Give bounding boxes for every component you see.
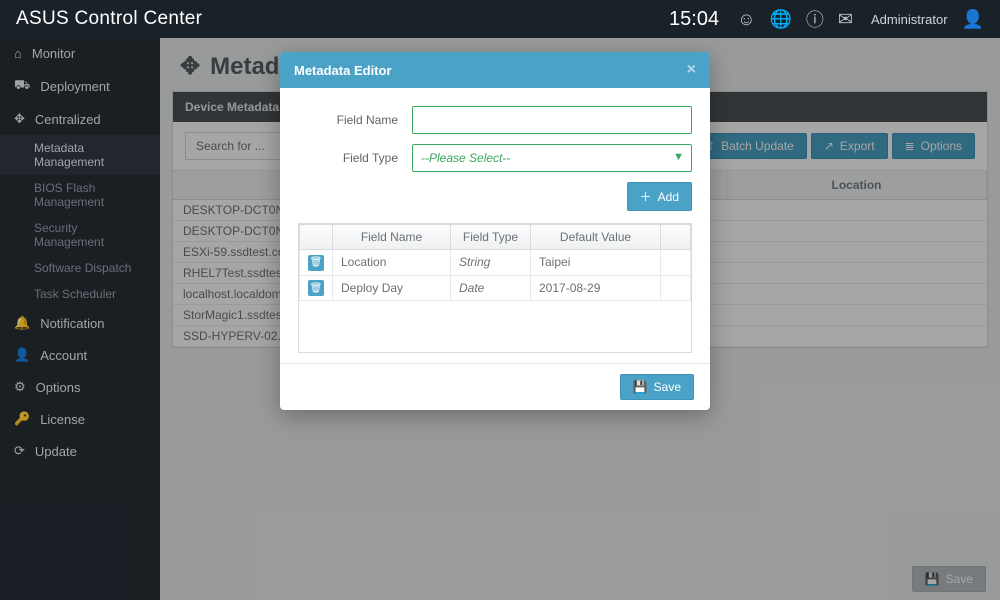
topbar-right: 15:04 ☺ 🌐 ⓘ ✉ Administrator 👤: [669, 6, 984, 32]
home-icon: ⌂: [14, 46, 22, 61]
metadata-table: Field Name Field Type Default Value 🗑 Lo…: [299, 224, 691, 301]
account-icon: 👤: [14, 347, 30, 363]
info-icon[interactable]: ⓘ: [806, 6, 824, 32]
sidebar-sub-software[interactable]: Software Dispatch: [0, 255, 160, 281]
save-button[interactable]: 💾Save: [620, 374, 694, 400]
close-icon[interactable]: ×: [687, 61, 696, 79]
sidebar-item-deployment[interactable]: ⛟Deployment: [0, 69, 160, 103]
sidebar-sub-security[interactable]: Security Management: [0, 215, 160, 255]
col-fieldtype: Field Type: [451, 225, 531, 250]
sidebar-item-notification[interactable]: 🔔Notification: [0, 307, 160, 339]
smile-icon[interactable]: ☺: [737, 9, 755, 30]
mail-icon[interactable]: ✉: [838, 9, 853, 30]
field-name-label: Field Name: [298, 113, 398, 127]
field-type-label: Field Type: [298, 151, 398, 165]
col-default: Default Value: [531, 225, 661, 250]
sidebar-sub-bios[interactable]: BIOS Flash Management: [0, 175, 160, 215]
key-icon: 🔑: [14, 411, 30, 427]
admin-label[interactable]: Administrator: [871, 12, 948, 27]
deploy-icon: ⛟: [14, 77, 30, 95]
sidebar-item-centralized[interactable]: ✥Centralized: [0, 103, 160, 135]
col-fieldname: Field Name: [333, 225, 451, 250]
delete-icon[interactable]: 🗑: [308, 255, 324, 271]
field-name-input[interactable]: [412, 106, 692, 134]
metadata-row: 🗑 Location String Taipei: [300, 250, 691, 276]
sidebar-item-license[interactable]: 🔑License: [0, 403, 160, 435]
metadata-row: 🗑 Deploy Day Date 2017-08-29: [300, 275, 691, 301]
sidebar-sub-task[interactable]: Task Scheduler: [0, 281, 160, 307]
sidebar-item-monitor[interactable]: ⌂Monitor: [0, 38, 160, 69]
add-button[interactable]: ＋Add: [627, 182, 692, 211]
user-icon[interactable]: 👤: [962, 9, 984, 30]
brand: ASUS Control Center: [16, 8, 202, 30]
centralized-icon: ✥: [14, 111, 25, 127]
metadata-editor-modal: Metadata Editor × Field Name Field Type …: [280, 52, 710, 410]
modal-header: Metadata Editor ×: [280, 52, 710, 88]
globe-icon[interactable]: 🌐: [769, 9, 791, 30]
sidebar-item-account[interactable]: 👤Account: [0, 339, 160, 371]
sidebar: ⌂Monitor ⛟Deployment ✥Centralized Metada…: [0, 38, 160, 600]
clock: 15:04: [669, 8, 719, 31]
sidebar-sub-metadata[interactable]: Metadata Management: [0, 135, 160, 175]
field-type-select[interactable]: --Please Select--: [412, 144, 692, 172]
sidebar-item-options[interactable]: ⚙Options: [0, 371, 160, 403]
topbar: ASUS Control Center 15:04 ☺ 🌐 ⓘ ✉ Admini…: [0, 0, 1000, 38]
modal-title: Metadata Editor: [294, 63, 392, 78]
delete-icon[interactable]: 🗑: [308, 280, 324, 296]
gear-icon: ⚙: [14, 379, 26, 395]
update-icon: ⟳: [14, 443, 25, 459]
bell-icon: 🔔: [14, 315, 30, 331]
plus-icon: ＋: [640, 188, 652, 205]
save-icon: 💾: [633, 380, 648, 394]
sidebar-item-update[interactable]: ⟳Update: [0, 435, 160, 467]
col-delete: [300, 225, 333, 250]
col-extra: [661, 225, 691, 250]
